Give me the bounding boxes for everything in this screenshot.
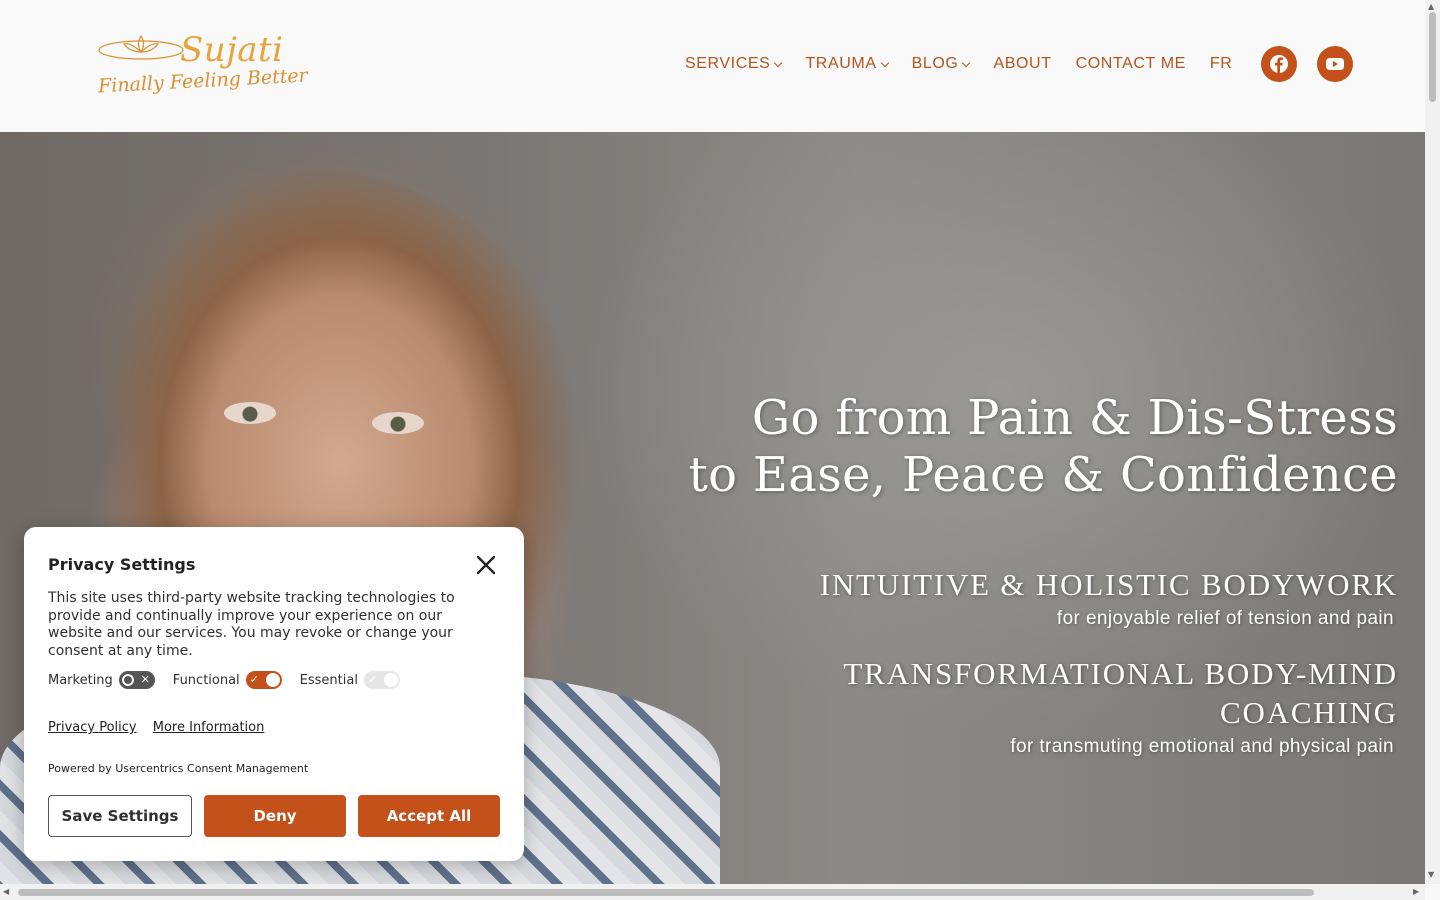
headline-line-1: Go from Pain & Dis-Stress <box>751 390 1398 446</box>
nav-label: FR <box>1209 55 1233 72</box>
service-2-title-line-1: TRANSFORMATIONAL BODY-MIND <box>843 656 1398 691</box>
horizontal-scroll-thumb[interactable] <box>18 889 1314 896</box>
essential-toggle: ✓ <box>363 671 400 689</box>
site-header: Sujati Finally Feeling Better SERVICES T… <box>0 0 1425 132</box>
nav-item-blog[interactable]: BLOG <box>911 55 971 73</box>
hero-headline: Go from Pain & Dis-Stress to Ease, Peace… <box>689 390 1398 504</box>
youtube-icon <box>1326 58 1344 70</box>
site-logo[interactable]: Sujati Finally Feeling Better <box>96 30 309 108</box>
service-2-subtitle: for transmuting emotional and physical p… <box>1010 736 1394 757</box>
service-2-title-line-2: COACHING <box>1219 695 1398 730</box>
toggle-label-functional: Functional <box>172 672 240 688</box>
toggle-knob <box>120 673 135 687</box>
nav-label: BLOG <box>911 55 959 72</box>
save-settings-button[interactable]: Save Settings <box>48 795 192 837</box>
nav-item-about[interactable]: ABOUT <box>993 55 1051 73</box>
marketing-toggle[interactable]: ✕ <box>118 671 155 689</box>
lotus-icon <box>98 34 184 60</box>
scroll-right-icon[interactable]: ▶ <box>1413 887 1419 896</box>
toggle-label-marketing: Marketing <box>48 672 113 688</box>
consent-toggles: Marketing ✕ Functional ✓ Essential ✓ <box>48 671 418 689</box>
logo-name: Sujati <box>180 30 284 70</box>
portrait-eye-right <box>372 412 424 434</box>
chevron-down-icon <box>962 58 971 68</box>
dialog-title: Privacy Settings <box>48 555 196 574</box>
scroll-down-icon[interactable]: ▼ <box>1428 870 1434 879</box>
scroll-left-icon[interactable]: ◀ <box>3 887 9 896</box>
facebook-icon <box>1270 55 1288 73</box>
nav-label: TRAUMA <box>805 55 877 72</box>
close-button[interactable] <box>472 551 500 579</box>
dialog-links: Privacy Policy More Information <box>48 720 276 735</box>
vertical-scroll-thumb[interactable] <box>1429 12 1436 102</box>
toggle-label-essential: Essential <box>299 672 358 688</box>
powered-by-text: Powered by Usercentrics Consent Manageme… <box>48 762 309 775</box>
nav-label: SERVICES <box>685 55 771 72</box>
accept-all-button[interactable]: Accept All <box>358 795 500 837</box>
nav-item-contact[interactable]: CONTACT ME <box>1076 55 1186 73</box>
more-information-link[interactable]: More Information <box>153 720 265 735</box>
scroll-up-icon[interactable]: ▲ <box>1428 2 1434 11</box>
toggle-knob <box>383 673 398 687</box>
close-icon <box>476 555 496 575</box>
facebook-link[interactable] <box>1261 46 1297 82</box>
chevron-down-icon <box>880 58 889 68</box>
vertical-scrollbar[interactable]: ▲ ▼ <box>1425 0 1440 884</box>
main-nav: SERVICES TRAUMA BLOG ABOUT CONTACT ME FR <box>685 44 1232 84</box>
horizontal-scrollbar[interactable]: ◀ ▶ <box>0 884 1425 900</box>
check-icon: ✓ <box>249 673 259 686</box>
chevron-down-icon <box>774 58 783 68</box>
privacy-settings-dialog: Privacy Settings This site uses third-pa… <box>24 527 524 861</box>
nav-label: CONTACT ME <box>1075 55 1186 72</box>
toggle-knob <box>265 673 280 687</box>
x-icon: ✕ <box>140 673 150 686</box>
headline-line-2: to Ease, Peace & Confidence <box>688 447 1398 503</box>
service-2-title: TRANSFORMATIONAL BODY-MIND COACHING <box>843 654 1398 732</box>
check-icon: ✓ <box>367 673 378 686</box>
service-1-title: INTUITIVE & HOLISTIC BODYWORK <box>819 567 1398 602</box>
dialog-description: This site uses third-party website track… <box>48 590 455 660</box>
youtube-link[interactable] <box>1317 46 1353 82</box>
nav-label: ABOUT <box>993 55 1052 72</box>
deny-button[interactable]: Deny <box>204 795 346 837</box>
service-1-subtitle: for enjoyable relief of tension and pain <box>1056 608 1394 629</box>
nav-item-services[interactable]: SERVICES <box>685 55 783 73</box>
nav-item-trauma[interactable]: TRAUMA <box>805 55 889 73</box>
privacy-policy-link[interactable]: Privacy Policy <box>48 720 137 735</box>
nav-item-language-fr[interactable]: FR <box>1210 55 1233 73</box>
portrait-eye-left <box>224 402 276 424</box>
functional-toggle[interactable]: ✓ <box>245 671 282 689</box>
